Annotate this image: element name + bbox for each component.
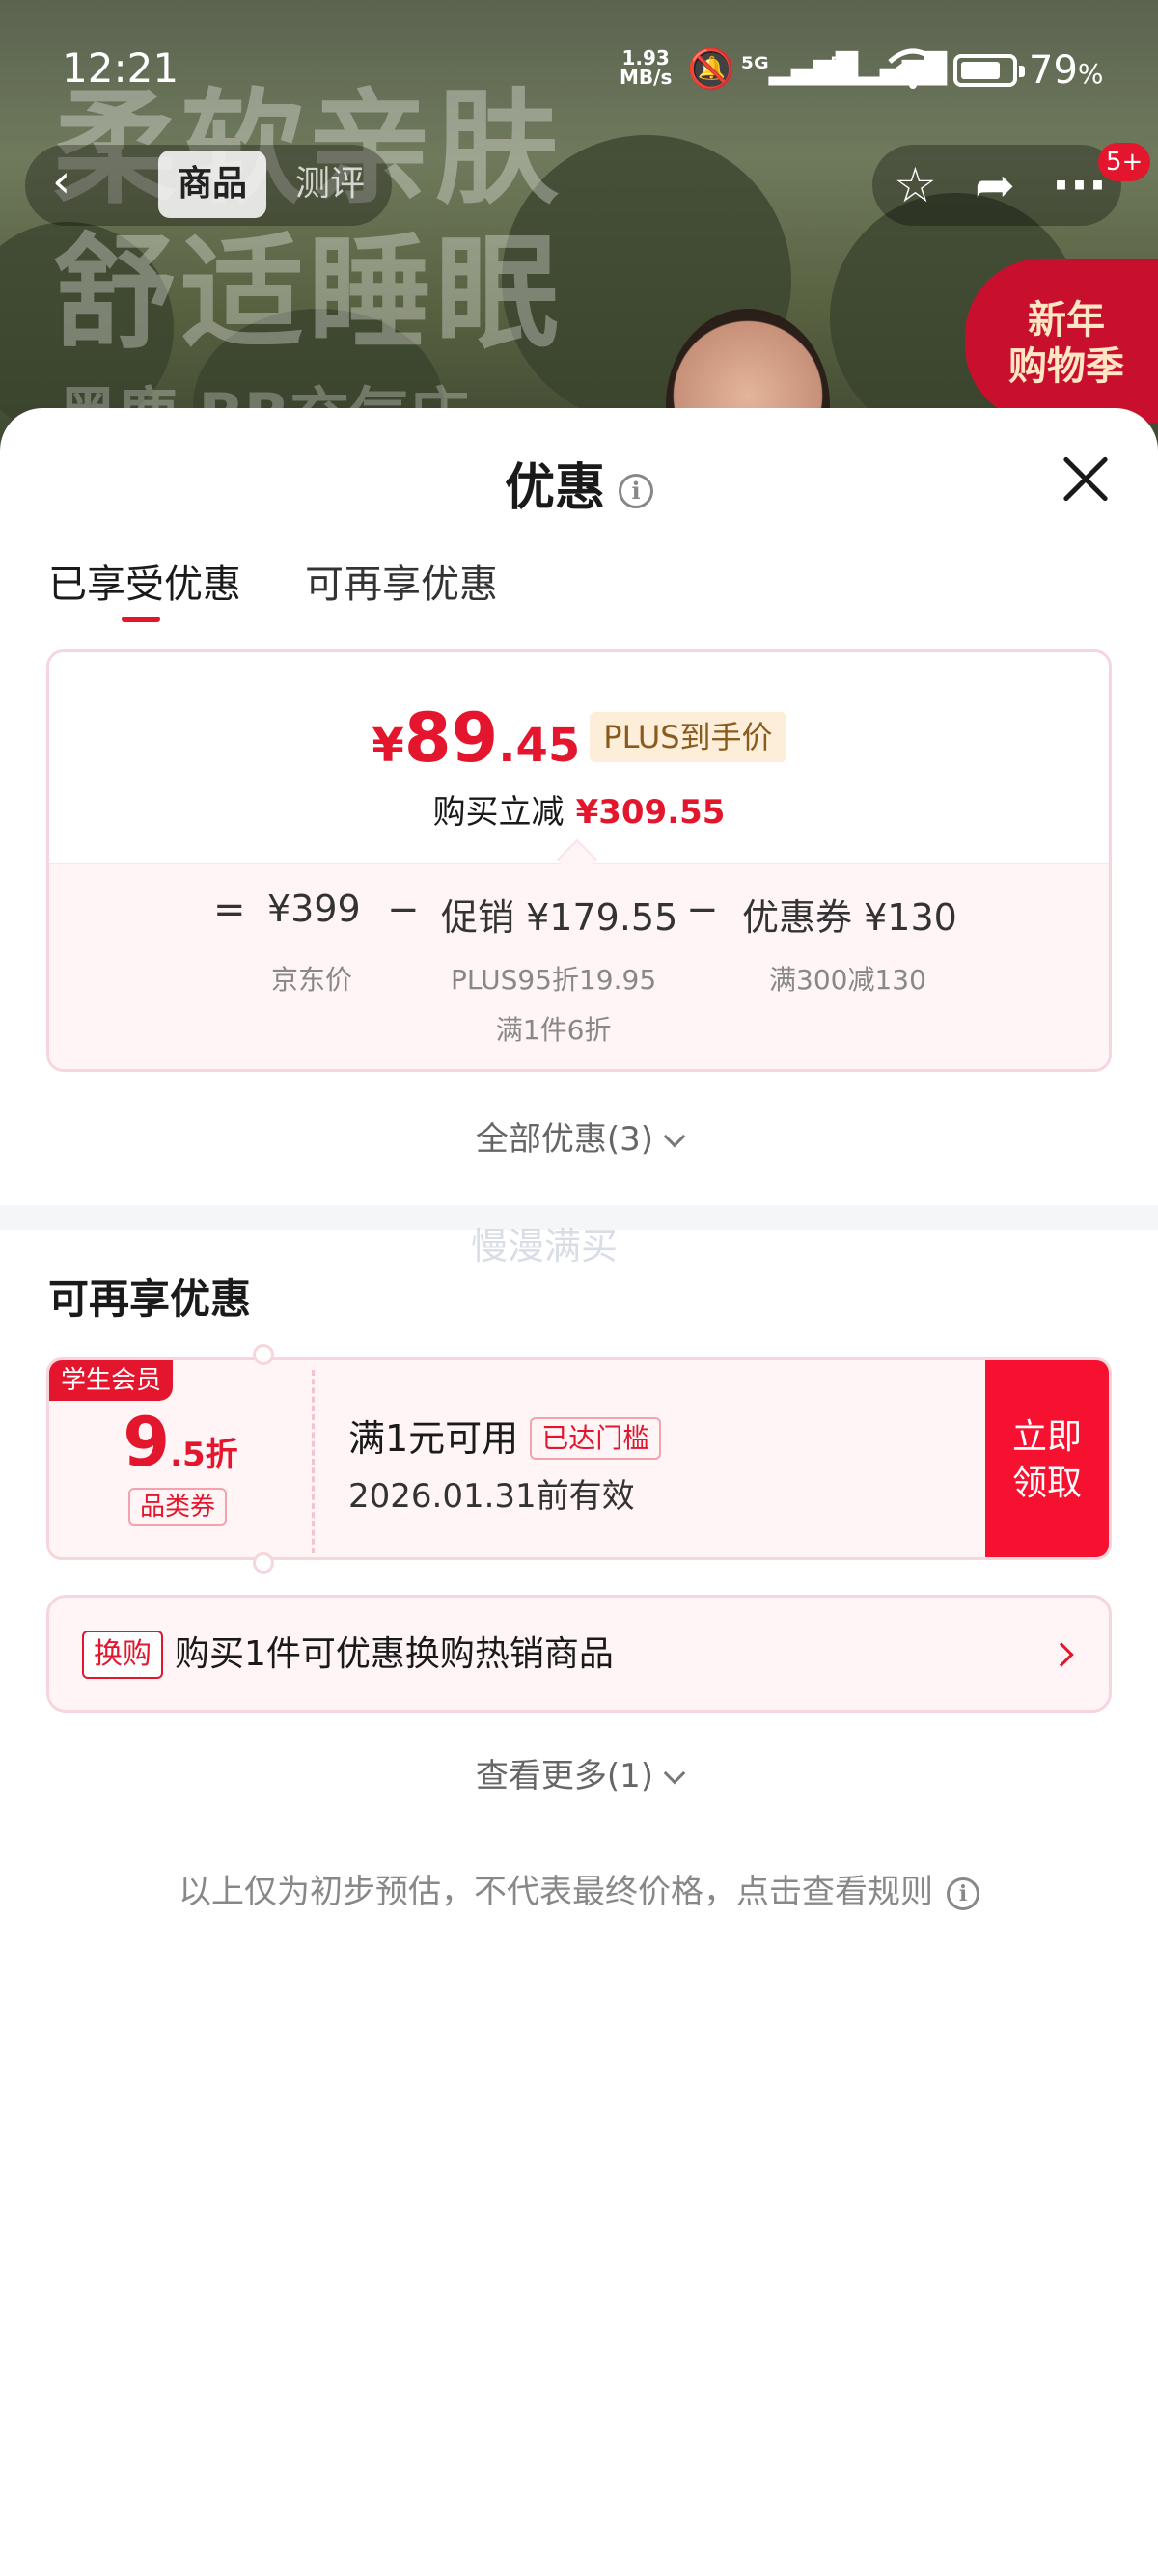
coupon-validity: 2026.01.31前有效: [348, 1477, 635, 1516]
battery-icon: [953, 54, 1025, 87]
minus-sign: −: [387, 888, 420, 932]
coupon-detail: 满300减130: [769, 964, 926, 996]
promo-amount: 促销 ¥179.55: [441, 896, 678, 939]
claim-coupon-button[interactable]: 立即 领取: [985, 1360, 1109, 1557]
exchange-tag: 换购: [82, 1631, 163, 1679]
coupon-notch: [253, 1552, 274, 1574]
chevron-down-icon: [663, 1762, 686, 1785]
coupon-perforation: [312, 1370, 315, 1553]
close-button[interactable]: [1060, 452, 1112, 505]
status-time: 12:21: [62, 44, 179, 92]
coupon-value: 学生会员 9.5折 品类券: [49, 1360, 312, 1557]
exchange-offer-text: 购买1件可优惠换购热销商品: [175, 1634, 614, 1674]
promo-detail: PLUS95折19.95 满1件6折: [451, 964, 657, 1046]
threshold-reached-tag: 已达门槛: [530, 1417, 662, 1460]
message-count-badge: 5+: [1098, 143, 1151, 181]
coupon-discount-rate: 9.5折: [123, 1403, 238, 1482]
base-price-label: 京东价: [271, 964, 353, 996]
student-member-tag: 学生会员: [49, 1360, 174, 1401]
top-nav-right: ☆ ➦ ···: [872, 145, 1121, 226]
sheet-title: 优惠 i: [0, 447, 1158, 519]
mute-icon: 🔕: [687, 47, 735, 92]
see-more-toggle[interactable]: 查看更多(1): [0, 1749, 1158, 1796]
coupon-condition: 满1元可用: [348, 1417, 519, 1460]
network-speed: 1.93 MB/s: [620, 46, 673, 89]
favorite-star-icon[interactable]: ☆: [894, 156, 937, 214]
status-bar: 12:21 1.93 MB/s 🔕 ⁵ᴳ▂▄▆█ ⁵ᴳ▂▄▆█ 79%: [0, 0, 1158, 135]
tab-product[interactable]: 商品: [158, 151, 266, 218]
exchange-offer-row[interactable]: 换购 购买1件可优惠换购热销商品: [46, 1595, 1112, 1713]
savings-row: 购买立减 ¥309.55: [432, 793, 726, 832]
price-breakdown: = ¥399 京东价 − 促销 ¥179.55 PLUS95折19.95 满1件6…: [49, 863, 1109, 1069]
wifi-icon: [886, 46, 940, 99]
watermark-text: 慢漫满买: [471, 1225, 619, 1268]
tab-enjoyed-discounts[interactable]: 已享受优惠: [48, 553, 241, 609]
info-icon[interactable]: i: [619, 474, 653, 508]
info-icon[interactable]: i: [947, 1877, 979, 1910]
section-title-more-discounts: 可再享优惠: [48, 1275, 252, 1323]
price-summary-card: ¥89.45 PLUS到手价 购买立减 ¥309.55 = ¥399 京东价 − 促…: [46, 649, 1112, 1072]
coupon-details: 满1元可用 已达门槛 2026.01.31前有效: [348, 1409, 662, 1517]
tab-review[interactable]: 测评: [295, 151, 365, 218]
coupon-card[interactable]: 学生会员 9.5折 品类券 满1元可用 已达门槛 2026.01.31前有效 立即…: [46, 1357, 1112, 1560]
battery-percent: 79%: [1029, 48, 1104, 93]
back-arrow-icon[interactable]: ‹: [52, 158, 95, 205]
equals-sign: =: [213, 888, 246, 932]
all-discounts-toggle[interactable]: 全部优惠(3): [0, 1112, 1158, 1160]
base-price: ¥399: [267, 888, 361, 930]
plus-price-tag: PLUS到手价: [590, 712, 786, 762]
share-icon[interactable]: ➦: [975, 156, 1015, 214]
promo-badge[interactable]: 新年 购物季: [965, 259, 1158, 423]
coupon-type-tag: 品类券: [128, 1488, 228, 1526]
minus-sign: −: [686, 888, 719, 932]
chevron-down-icon: [663, 1125, 686, 1148]
price-disclaimer[interactable]: 以上仅为初步预估，不代表最终价格，点击查看规则 i: [0, 1865, 1158, 1912]
final-price: ¥89.45: [372, 699, 581, 778]
discount-sheet: 优惠 i 已享受优惠 可再享优惠 ¥89.45 PLUS到手价 购买立减 ¥309.5…: [0, 408, 1158, 2576]
tab-more-discounts[interactable]: 可再享优惠: [305, 553, 498, 609]
coupon-notch: [253, 1344, 274, 1365]
chevron-right-icon: [1049, 1642, 1074, 1667]
active-tab-indicator: [122, 617, 160, 622]
coupon-amount: 优惠券 ¥130: [742, 896, 957, 939]
